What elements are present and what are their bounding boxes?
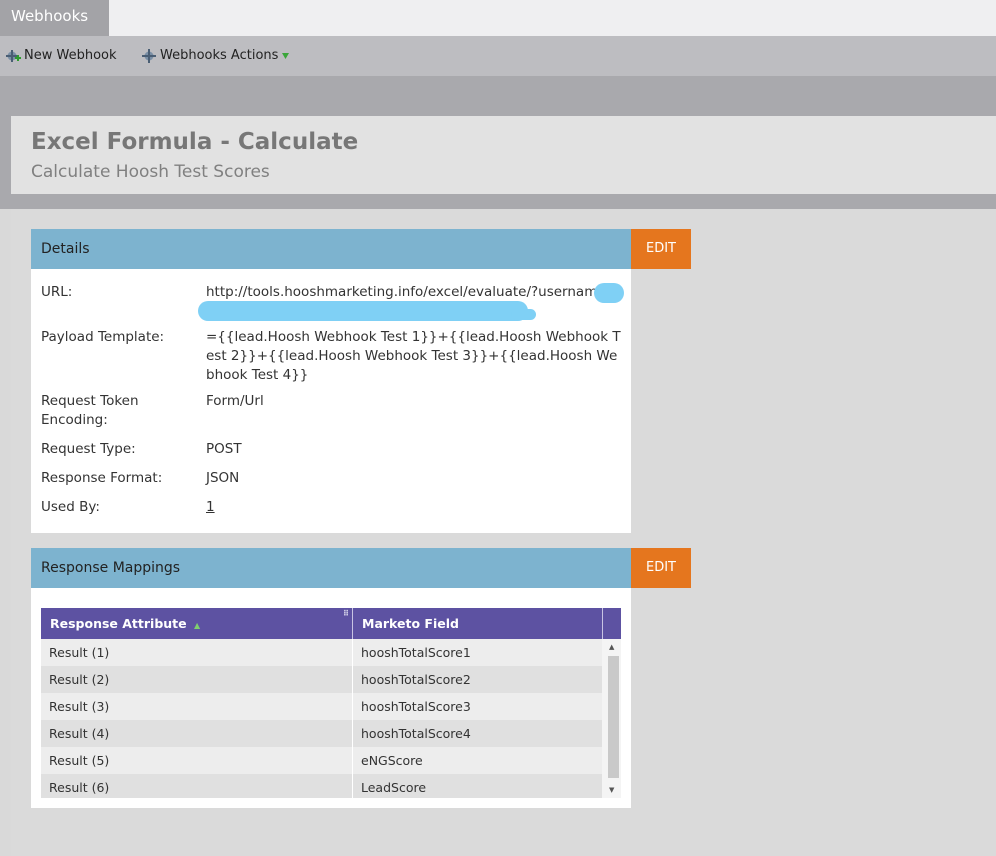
redaction-mark [511,309,536,320]
encoding-value: Form/Url [206,393,264,409]
payload-label: Payload Template: [41,329,165,345]
separator-band [0,76,996,116]
sort-asc-icon: ▲ [193,621,201,630]
table-row[interactable]: Result (5) eNGScore [41,747,602,774]
webhooks-actions-button[interactable]: Webhooks Actions [141,46,290,66]
table-row[interactable]: Result (3) hooshTotalScore3 [41,693,602,720]
top-tab-bar: Webhooks [0,0,996,36]
attribute-cell: Result (4) [49,726,110,741]
toolbar: New Webhook Webhooks Actions [0,36,996,76]
field-cell: hooshTotalScore4 [361,726,471,741]
tab-webhooks[interactable]: Webhooks [0,0,109,36]
mappings-edit-button[interactable]: EDIT [631,548,691,588]
response-format-label: Response Format: [41,470,163,486]
response-format-value: JSON [206,470,240,486]
field-cell: LeadScore [361,780,427,795]
attribute-cell: Result (2) [49,672,110,687]
column-resize-icon[interactable]: ⠿ [343,609,349,618]
url-value: http://tools.hooshmarketing.info/excel/e… [206,284,617,300]
mappings-header: Response Mappings [31,548,631,588]
mappings-grid: Response Attribute ▲ ⠿ Marketo Field Res… [41,608,621,798]
dropdown-arrow-icon [281,52,290,60]
webhook-add-icon [5,48,21,64]
table-row[interactable]: Result (6) LeadScore [41,774,602,798]
attribute-cell: Result (5) [49,753,110,768]
scroll-up-icon[interactable]: ▲ [609,643,614,651]
details-edit-button[interactable]: EDIT [631,229,691,269]
scroll-thumb[interactable] [608,656,619,778]
attribute-cell: Result (3) [49,699,110,714]
used-by-link[interactable]: 1 [206,498,624,517]
table-row[interactable]: Result (1) hooshTotalScore1 [41,639,602,666]
request-type-label: Request Type: [41,441,136,457]
details-header: Details [31,229,631,269]
col-marketo-field[interactable]: Marketo Field [353,608,603,639]
mappings-panel: Response Attribute ▲ ⠿ Marketo Field Res… [31,588,631,808]
url-label: URL: [41,284,73,300]
col-response-attribute-label: Response Attribute [50,616,187,631]
col-response-attribute[interactable]: Response Attribute ▲ [41,608,353,639]
grid-header: Response Attribute ▲ ⠿ Marketo Field [41,608,621,639]
redaction-mark [594,283,624,303]
webhooks-actions-label: Webhooks Actions [160,48,279,63]
redaction-mark [198,301,528,321]
field-cell: hooshTotalScore3 [361,699,471,714]
page-header [11,116,996,194]
table-row[interactable]: Result (2) hooshTotalScore2 [41,666,602,693]
column-divider [352,639,353,798]
payload-value: ={{lead.Hoosh Webhook Test 1}}+{{lead.Ho… [206,329,621,383]
new-webhook-label: New Webhook [24,48,117,63]
used-by-label: Used By: [41,499,100,515]
page-title: Excel Formula - Calculate [31,129,359,155]
new-webhook-button[interactable]: New Webhook [5,46,117,66]
field-cell: eNGScore [361,753,423,768]
page-subtitle: Calculate Hoosh Test Scores [31,162,270,182]
webhook-actions-icon [141,48,157,64]
table-row[interactable]: Result (4) hooshTotalScore4 [41,720,602,747]
attribute-cell: Result (6) [49,780,110,795]
encoding-label: Request Token Encoding: [41,393,139,428]
details-panel: URL: http://tools.hooshmarketing.info/ex… [31,269,631,533]
left-gutter [0,116,11,209]
field-cell: hooshTotalScore2 [361,672,471,687]
request-type-value: POST [206,441,242,457]
col-marketo-field-label: Marketo Field [362,616,459,631]
scroll-down-icon[interactable]: ▼ [609,786,614,794]
field-cell: hooshTotalScore1 [361,645,471,660]
header-separator [11,194,996,209]
attribute-cell: Result (1) [49,645,110,660]
grid-scrollbar[interactable]: ▲ ▼ [605,639,621,798]
